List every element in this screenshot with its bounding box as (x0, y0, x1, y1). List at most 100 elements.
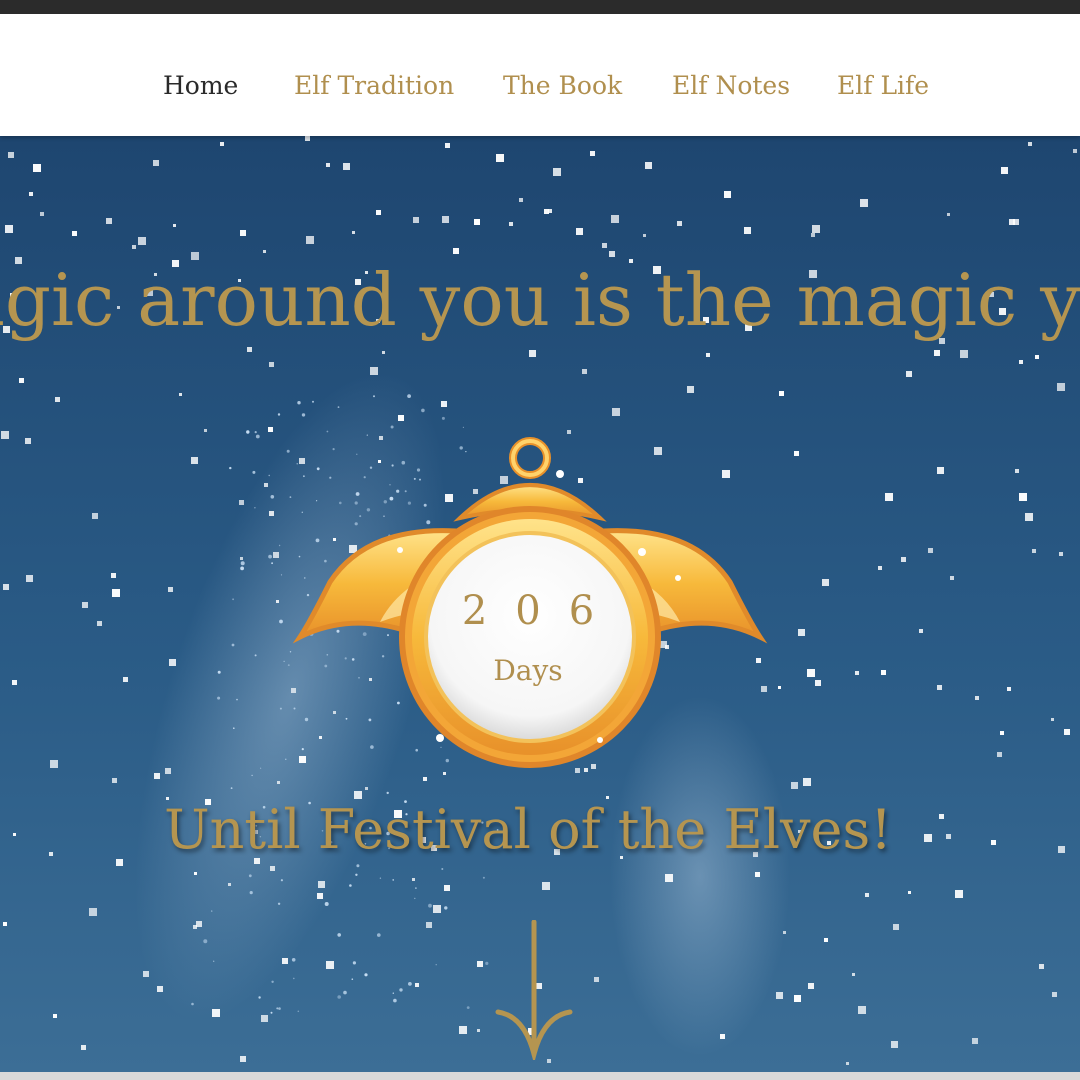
sparkle-dust (251, 774, 253, 777)
snowflake (3, 922, 7, 926)
browser-top-bar (0, 0, 1080, 14)
snowflake (123, 677, 128, 682)
snowflake (106, 218, 112, 224)
snowflake (529, 350, 536, 357)
snowflake (442, 216, 449, 223)
snowflake (590, 151, 595, 156)
snowflake (908, 891, 911, 894)
snowflake (1064, 729, 1070, 735)
sparkle-dust (377, 933, 381, 937)
sparkle-dust (355, 873, 358, 876)
snowflake (154, 773, 160, 779)
snowflake (858, 1006, 866, 1014)
snowflake (846, 1062, 849, 1065)
snowflake (343, 163, 350, 170)
snowflake (609, 251, 615, 257)
snowflake (811, 233, 815, 237)
snowflake (706, 353, 710, 357)
snowflake (269, 511, 274, 516)
snowflake (40, 212, 44, 216)
sparkle-dust (466, 1006, 470, 1009)
snowflake (1025, 513, 1033, 521)
snowflake (132, 245, 136, 249)
sparkle-dust (254, 654, 257, 657)
arrow-down-icon[interactable] (494, 920, 574, 1060)
snowflake (1057, 383, 1065, 391)
sparkle-dust (260, 767, 262, 769)
snowflake (376, 210, 381, 215)
sparkle-dust (277, 902, 281, 905)
snowflake (26, 575, 33, 582)
snowflake (1039, 964, 1044, 969)
snowflake (881, 670, 886, 675)
snowflake (582, 369, 587, 374)
snowflake (776, 992, 783, 999)
snowflake (950, 576, 954, 580)
snowflake (112, 589, 120, 597)
snowflake (509, 222, 513, 226)
sparkle-dust (217, 670, 221, 674)
snowflake (82, 602, 88, 608)
snowflake (720, 1034, 725, 1039)
sparkle-dust (407, 394, 411, 398)
sparkle-dust (233, 727, 235, 729)
snowflake (744, 227, 751, 234)
snowflake (885, 493, 893, 501)
sparkle-dust (364, 973, 368, 977)
sparkle-dust (280, 879, 283, 882)
sparkle-dust (301, 413, 306, 417)
sparkle-dust (240, 561, 245, 566)
snowflake (937, 467, 944, 474)
sparkle-dust (356, 864, 360, 868)
snowflake (240, 557, 243, 560)
snowflake (138, 237, 146, 245)
sparkle-dust (268, 474, 270, 477)
sparkle-dust (271, 980, 274, 983)
sparkle-dust (379, 877, 382, 879)
snowflake (269, 362, 274, 367)
snowflake (157, 986, 163, 992)
sparkle-dust (415, 887, 417, 889)
snowflake (168, 587, 173, 592)
snowflake (822, 579, 829, 586)
nav-item-home[interactable]: Home (163, 71, 238, 100)
snowflake (496, 154, 504, 162)
sparkle-dust (441, 416, 445, 420)
snowflake (212, 1009, 220, 1017)
countdown-subtitle: Until Festival of the Elves! (164, 798, 892, 861)
snowflake (382, 351, 385, 354)
snowflake (937, 685, 942, 690)
snowflake (305, 136, 310, 141)
snowflake (755, 872, 760, 877)
nav-item-elf-tradition[interactable]: Elf Tradition (294, 71, 454, 100)
sparkle-dust (230, 787, 233, 789)
snowflake (542, 882, 550, 890)
snowflake (1019, 360, 1023, 364)
nav-item-elf-life[interactable]: Elf Life (837, 71, 929, 100)
snowflake (955, 890, 963, 898)
snowflake (1000, 731, 1004, 735)
snowflake (865, 893, 869, 897)
sparkle-dust (229, 466, 232, 470)
snowflake (81, 1045, 86, 1050)
sparkle-dust (293, 977, 295, 980)
nav-item-elf-notes[interactable]: Elf Notes (672, 71, 790, 100)
snowflake (548, 209, 552, 213)
snowflake (264, 483, 268, 487)
snowflake (193, 925, 197, 929)
snowflake (8, 152, 14, 158)
snowflake (794, 995, 801, 1002)
snowflake (1015, 469, 1019, 473)
snowflake (89, 908, 97, 916)
snowflake (365, 787, 368, 790)
nav-item-the-book[interactable]: The Book (503, 71, 622, 100)
snowflake (277, 781, 280, 784)
sparkle-dust (291, 958, 296, 962)
snowflake (612, 408, 620, 416)
snowflake (412, 878, 415, 881)
snowflake (55, 397, 60, 402)
snowflake (602, 243, 607, 248)
sparkle-dust (236, 698, 238, 701)
snowflake (893, 924, 899, 930)
hero-quote: agic around you is the magic you (0, 258, 1080, 342)
